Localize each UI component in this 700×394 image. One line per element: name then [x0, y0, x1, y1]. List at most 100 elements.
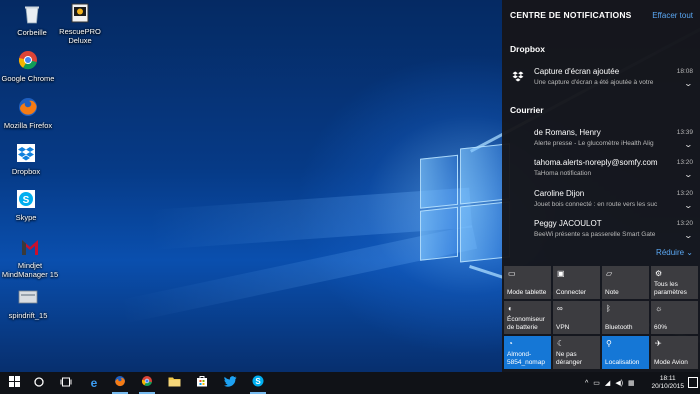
desktop-icon-mindmanager[interactable]: Mindjet MindManager 15: [0, 236, 60, 279]
windows-start-icon: [8, 374, 20, 392]
quick-action-battery-saver[interactable]: ◐ Économiseur de batterie: [504, 301, 551, 334]
chevron-up-icon[interactable]: ^: [585, 380, 588, 387]
notification-body: Une capture d'écran a été ajoutée à votr…: [534, 79, 654, 86]
collapse-quick-actions-link[interactable]: Réduire ⌄: [656, 248, 693, 257]
desktop-icon-rescuepro[interactable]: RescuePRO Deluxe: [50, 2, 110, 45]
quick-action-vpn[interactable]: ∞ VPN: [553, 301, 600, 334]
system-tray: ^ ▭ ◢ ◀) ▦: [585, 372, 635, 394]
taskbar-store[interactable]: [190, 372, 214, 394]
chevron-down-icon[interactable]: ⌄: [684, 170, 693, 179]
quick-action-label: Ne pas déranger: [556, 351, 583, 366]
taskbar-clock[interactable]: 18:11 20/10/2015: [651, 375, 684, 391]
battery-saver-icon: ◐: [508, 304, 513, 313]
quick-action-note[interactable]: ▱ Note: [602, 266, 649, 299]
skype-icon: S: [252, 374, 264, 392]
notification-body: BeeWi présente sa passerelle Smart Gate: [534, 231, 656, 238]
start-button[interactable]: [2, 372, 26, 394]
quick-action-all-settings[interactable]: ⚙ Tous les paramètres: [651, 266, 698, 299]
quick-action-wifi[interactable]: ◔ Almond-5854_nomap: [504, 336, 551, 369]
edge-icon: e: [90, 376, 98, 390]
chevron-down-icon[interactable]: ⌄: [684, 140, 693, 149]
taskbar-file-explorer[interactable]: [162, 372, 186, 394]
chevron-down-icon[interactable]: ⌄: [684, 201, 693, 210]
quick-action-label: 60%: [654, 323, 668, 331]
task-view-button[interactable]: [54, 372, 78, 394]
quick-action-brightness[interactable]: ☼ 60%: [651, 301, 698, 334]
desktop-icon-label: Mindjet MindManager 15: [1, 261, 59, 279]
cortana-icon: [34, 374, 44, 392]
wifi-icon: ◔: [508, 339, 513, 348]
notification-group-dropbox[interactable]: Dropbox: [510, 44, 545, 54]
task-view-icon: [60, 374, 72, 392]
notification-title: Capture d'écran ajoutée: [534, 67, 620, 76]
quick-action-tablet-mode[interactable]: ▭ Mode tablette: [504, 266, 551, 299]
volume-icon[interactable]: ◀): [615, 379, 623, 387]
folder-icon: [168, 374, 181, 392]
location-icon: ⚲: [606, 339, 612, 348]
notification-item[interactable]: Caroline Dijon Jouet bois connecté : en …: [502, 188, 700, 218]
quick-action-location[interactable]: ⚲ Localisation: [602, 336, 649, 369]
taskbar-edge[interactable]: e: [82, 372, 106, 394]
taskbar-firefox[interactable]: [108, 372, 132, 394]
action-center-title: CENTRE DE NOTIFICATIONS: [510, 10, 632, 20]
bluetooth-icon: ᛒ: [606, 304, 611, 313]
recycle-bin-icon: [21, 3, 43, 25]
action-center-button[interactable]: [688, 377, 698, 388]
notification-item[interactable]: Peggy JACOULOT BeeWi présente sa passere…: [502, 218, 700, 248]
cortana-button[interactable]: [27, 372, 51, 394]
notification-body: Jouet bois connecté : en route vers les …: [534, 201, 658, 208]
notification-item[interactable]: tahoma.alerts-noreply@somfy.com TaHoma n…: [502, 157, 700, 187]
windows-logo-wallpaper: [420, 135, 510, 272]
chevron-down-icon[interactable]: ⌄: [684, 79, 693, 88]
svg-text:S: S: [23, 195, 30, 206]
brightness-icon: ☼: [655, 304, 663, 313]
desktop-icon-label: spindrift_15: [8, 311, 48, 320]
chevron-down-icon[interactable]: ⌄: [684, 231, 693, 240]
quick-action-connect[interactable]: ▣ Connecter: [553, 266, 600, 299]
battery-icon[interactable]: ▭: [593, 379, 600, 387]
notification-title: tahoma.alerts-noreply@somfy.com: [534, 158, 658, 167]
clear-all-link[interactable]: Effacer tout: [652, 11, 693, 20]
firefox-icon: [114, 374, 126, 392]
chevron-down-icon: ⌄: [686, 248, 693, 257]
desktop-icon-firefox[interactable]: Mozilla Firefox: [0, 96, 58, 130]
settings-icon: ⚙: [655, 269, 663, 278]
twitter-icon: [223, 374, 237, 392]
clock-time: 18:11: [659, 375, 676, 382]
desktop-icon-label: RescuePRO Deluxe: [59, 27, 101, 45]
notification-item[interactable]: de Romans, Henry Alerte presse - Le gluc…: [502, 127, 700, 157]
chrome-icon: [17, 49, 39, 71]
quick-action-bluetooth[interactable]: ᛒ Bluetooth: [602, 301, 649, 334]
notification-time: 18:08: [676, 68, 693, 75]
quick-action-label: Mode tablette: [507, 288, 547, 296]
notification-group-courrier[interactable]: Courrier: [510, 105, 544, 115]
desktop-icon-chrome[interactable]: Google Chrome: [0, 49, 58, 83]
quiet-hours-icon: ☾: [557, 339, 565, 348]
desktop-icon-label: Skype: [15, 213, 37, 222]
tablet-mode-icon: ▭: [508, 269, 516, 278]
rescuepro-icon: [69, 2, 91, 24]
keyboard-icon[interactable]: ▦: [628, 379, 635, 387]
desktop-icon-spindrift[interactable]: spindrift_15: [0, 286, 58, 320]
desktop-icon-skype[interactable]: S Skype: [0, 188, 56, 222]
notification-time: 13:20: [676, 190, 693, 197]
airplane-mode-icon: ✈: [655, 339, 662, 348]
skype-icon: S: [15, 188, 37, 210]
svg-text:S: S: [255, 377, 261, 386]
quick-action-airplane-mode[interactable]: ✈ Mode Avion: [651, 336, 698, 369]
desktop-icon-label: Mozilla Firefox: [3, 121, 53, 130]
desktop-icon-label: Google Chrome: [1, 74, 55, 83]
desktop-icon-dropbox[interactable]: Dropbox: [0, 142, 56, 176]
quick-action-label: Note: [605, 288, 619, 296]
taskbar: e S ^ ▭ ◢ ◀) ▦ 18:11 20/10/2015: [0, 372, 700, 394]
taskbar-twitter[interactable]: [218, 372, 242, 394]
quick-action-quiet-hours[interactable]: ☾ Ne pas déranger: [553, 336, 600, 369]
notification-title: Caroline Dijon: [534, 189, 585, 198]
quick-action-label: Connecter: [556, 288, 586, 296]
network-icon[interactable]: ◢: [605, 379, 610, 387]
file-icon: [17, 286, 39, 308]
notification-item[interactable]: Capture d'écran ajoutée Une capture d'éc…: [502, 66, 700, 96]
vpn-icon: ∞: [557, 304, 563, 313]
taskbar-skype[interactable]: S: [246, 372, 270, 394]
taskbar-chrome[interactable]: [135, 372, 159, 394]
